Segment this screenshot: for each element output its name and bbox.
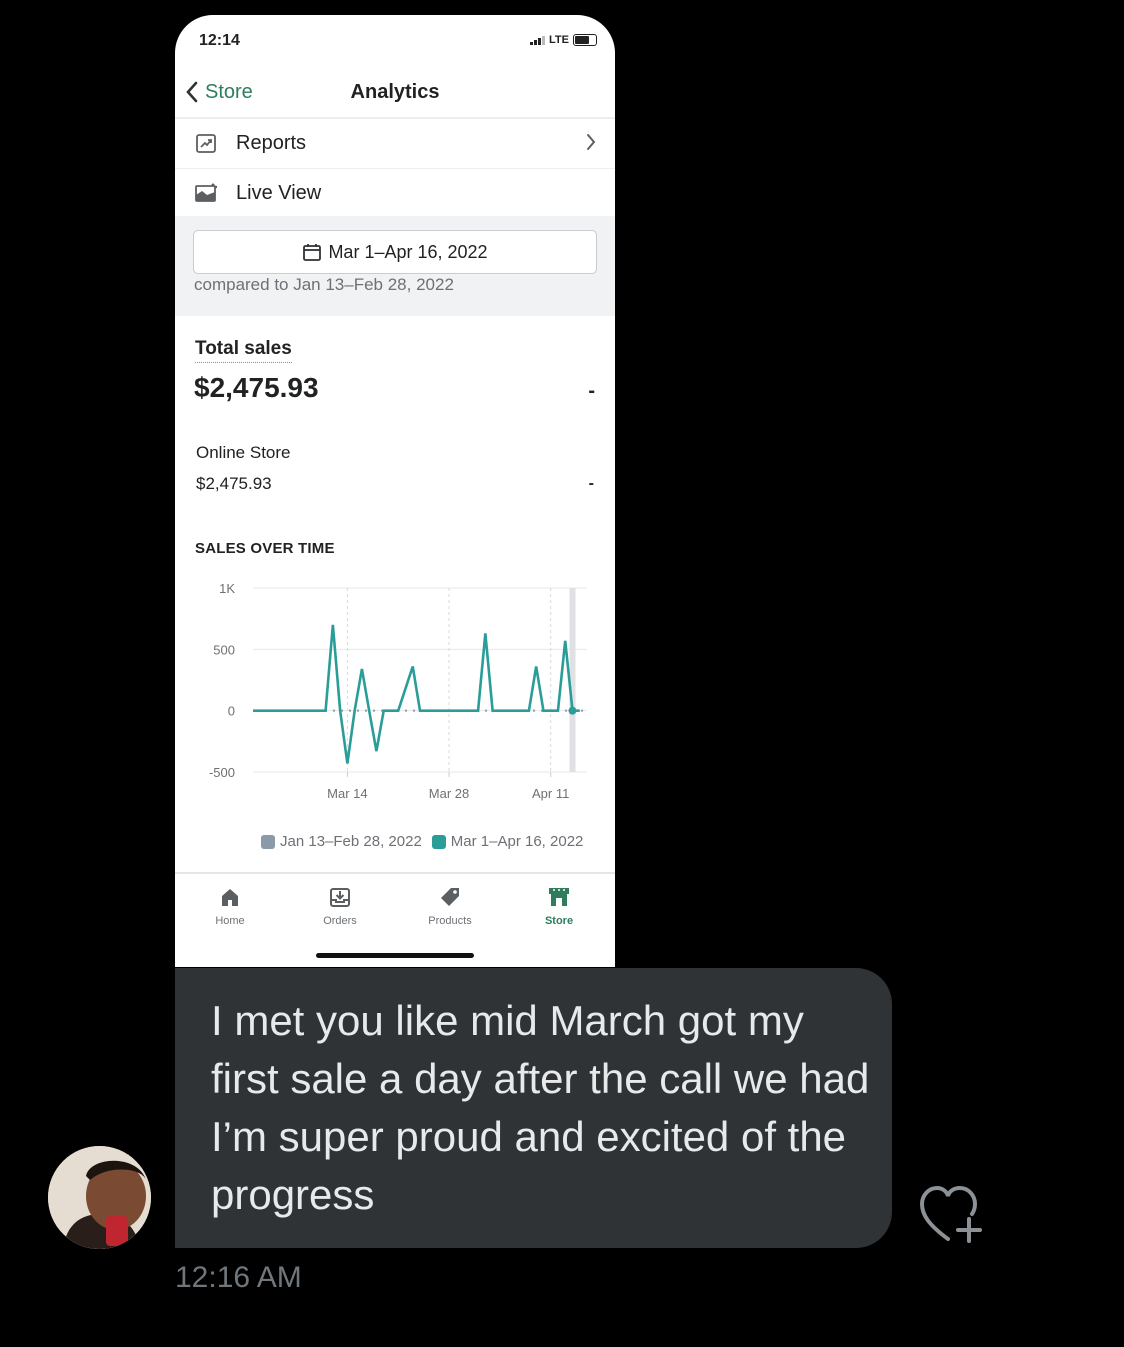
highlight-point	[568, 706, 577, 715]
tab-home[interactable]: Home	[185, 884, 275, 927]
status-indicators: LTE	[530, 34, 597, 46]
nav-bar: Store Analytics	[175, 71, 615, 119]
total-sales-value: $2,475.93	[194, 372, 319, 403]
x-tick-label: Mar 28	[429, 786, 469, 801]
legend-swatch-previous	[261, 834, 275, 849]
legend-label-current: Mar 1–Apr 16, 2022	[450, 833, 584, 850]
tab-store[interactable]: Store	[514, 884, 604, 927]
page-title: Analytics	[350, 81, 440, 103]
chevron-right-icon	[587, 134, 596, 150]
orders-icon	[295, 884, 385, 910]
legend-label-previous: Jan 13–Feb 28, 2022	[280, 833, 422, 850]
x-tick-label: Apr 11	[532, 786, 569, 801]
total-sales-change: -	[588, 380, 595, 402]
live-view-icon	[192, 180, 220, 206]
chart-legend: Jan 13–Feb 28, 2022 Mar 1–Apr 16, 2022	[261, 833, 583, 850]
y-tick-label: 1K	[219, 581, 235, 596]
date-range-section: Mar 1–Apr 16, 2022 compared to Jan 13–Fe…	[175, 216, 615, 316]
status-bar: 12:14 LTE	[175, 15, 615, 67]
tab-label-products: Products	[428, 915, 472, 927]
home-icon	[185, 884, 275, 910]
sales-over-time-title: SALES OVER TIME	[195, 540, 335, 557]
menu-item-reports[interactable]: Reports	[175, 118, 615, 169]
y-tick-label: -500	[209, 765, 235, 780]
y-tick-label: 0	[228, 704, 235, 719]
total-sales-label[interactable]: Total sales	[195, 338, 292, 363]
x-tick-label: Mar 14	[327, 786, 367, 801]
online-store-label: Online Store	[196, 443, 291, 462]
battery-icon	[573, 34, 597, 46]
tab-label-store: Store	[544, 915, 574, 927]
legend-swatch-current	[431, 834, 446, 849]
online-store-change: -	[588, 475, 594, 492]
date-range-label: Mar 1–Apr 16, 2022	[328, 241, 488, 262]
products-tag-icon	[405, 884, 495, 910]
date-range-button[interactable]: Mar 1–Apr 16, 2022	[193, 230, 597, 274]
menu-label-reports: Reports	[236, 131, 307, 154]
message-timestamp: 12:16 AM	[175, 1261, 302, 1294]
home-indicator[interactable]	[316, 953, 474, 958]
avatar[interactable]	[48, 1146, 151, 1249]
heart-plus-icon[interactable]	[917, 1183, 989, 1245]
status-time: 12:14	[199, 32, 240, 49]
tab-label-orders: Orders	[323, 915, 357, 927]
message-text: I met you like mid March got my first sa…	[211, 997, 870, 1218]
series-line-current	[253, 624, 580, 764]
menu-item-live-view[interactable]: Live View	[175, 168, 615, 218]
online-store-value: $2,475.93	[196, 474, 272, 493]
calendar-icon	[303, 244, 322, 261]
phone-screenshot: 12:14 LTE Store Analytics Reports Live V…	[175, 15, 615, 967]
tab-label-home: Home	[215, 915, 245, 927]
y-tick-label: 500	[213, 642, 235, 657]
tab-orders[interactable]: Orders	[295, 884, 385, 927]
menu-label-live-view: Live View	[236, 181, 322, 204]
store-icon	[514, 884, 604, 910]
network-type: LTE	[549, 34, 569, 46]
sales-over-time-chart[interactable]: 1K 500 0 -500 Mar 14 Mar 28 Apr 11	[175, 575, 615, 825]
reports-icon	[192, 130, 220, 156]
message-bubble[interactable]: I met you like mid March got my first sa…	[175, 968, 892, 1248]
comparison-range: compared to Jan 13–Feb 28, 2022	[194, 275, 454, 294]
tab-products[interactable]: Products	[405, 884, 495, 927]
signal-icon	[530, 35, 546, 45]
